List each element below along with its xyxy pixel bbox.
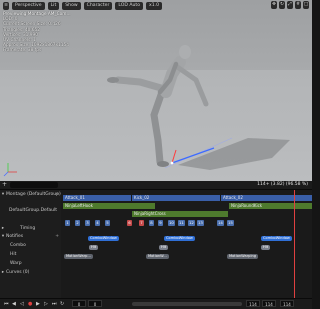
- section-bar[interactable]: Kick_02: [132, 195, 220, 201]
- track-curves[interactable]: ▸ Curves (0): [0, 270, 61, 275]
- track-label: Combo: [10, 243, 26, 248]
- timeline-grid[interactable]: Attack_01 Kick_02 Attack_02 NinjaLeftHoo…: [61, 190, 312, 298]
- track-label: Montage (DefaultGroup): [6, 192, 61, 197]
- notify-state[interactable]: MotionWarping: [227, 254, 259, 259]
- track-label: Notifies: [6, 234, 24, 239]
- timing-marker[interactable]: 15: [227, 220, 234, 226]
- add-icon[interactable]: +: [55, 192, 59, 197]
- section-bar[interactable]: Attack_02: [221, 195, 312, 201]
- skip-end-icon[interactable]: ⏭: [52, 300, 57, 308]
- timing-marker[interactable]: 9: [158, 220, 163, 226]
- start-frame-field[interactable]: 0: [72, 300, 86, 307]
- timing-marker[interactable]: 5: [105, 220, 110, 226]
- playhead[interactable]: [294, 190, 295, 298]
- notify-state[interactable]: ComboWindow: [88, 236, 119, 241]
- section-bar[interactable]: Attack_01: [63, 195, 131, 201]
- timing-marker[interactable]: 8: [149, 220, 154, 226]
- notify-state[interactable]: ComboWindow: [164, 236, 195, 241]
- montage-timeline: + 114+ (3.82) (96.58 %) ▾ Montage (Defaul…: [0, 181, 312, 309]
- current-frame-field[interactable]: 114: [280, 300, 294, 307]
- range-start-field[interactable]: 0: [88, 300, 102, 307]
- timing-marker[interactable]: 1: [65, 220, 70, 226]
- track-label: Timing: [20, 226, 36, 231]
- timing-marker[interactable]: 14: [217, 220, 224, 226]
- timeline-header: + 114+ (3.82) (96.58 %): [0, 181, 312, 190]
- timing-marker[interactable]: 10: [168, 220, 175, 226]
- anim-segment[interactable]: NinjaRoundKick: [229, 203, 312, 209]
- track-label: Hit: [10, 252, 17, 257]
- track-list: ▾ Montage (DefaultGroup) + DefaultGroup.De…: [0, 190, 61, 298]
- play-reverse-icon[interactable]: ◁: [20, 300, 24, 308]
- timing-marker[interactable]: 6: [127, 220, 132, 226]
- mannequin-figure: [3, 45, 290, 177]
- notify-state[interactable]: ComboWindow: [261, 236, 292, 241]
- timing-marker[interactable]: 3: [85, 220, 90, 226]
- range-end-field[interactable]: 114: [246, 300, 260, 307]
- track-label: DefaultGroup.Default: [9, 208, 58, 213]
- notify-event[interactable]: Hit: [89, 245, 99, 250]
- notify-event[interactable]: Hit: [261, 245, 271, 250]
- track-notifies[interactable]: ▾ Notifies +: [0, 234, 61, 239]
- frame-readout: 114+ (3.82) (96.58 %): [257, 182, 308, 187]
- timeline-scrollbar[interactable]: [132, 302, 242, 306]
- loop-icon[interactable]: ↻: [60, 300, 64, 308]
- viewport[interactable]: ≡ Perspective Lit Show Character LOD Aut…: [0, 0, 312, 181]
- add-icon[interactable]: +: [2, 181, 7, 189]
- notify-state[interactable]: MotionWarp...: [64, 254, 93, 259]
- notify-state[interactable]: MotionW...: [146, 254, 169, 259]
- add-icon[interactable]: +: [55, 234, 59, 239]
- track-label: Warp: [10, 261, 22, 266]
- anim-segment[interactable]: NinjaRightCross: [132, 211, 228, 217]
- timing-marker[interactable]: 13: [197, 220, 204, 226]
- record-icon[interactable]: ●: [28, 300, 32, 308]
- track-timing[interactable]: ▸ Timing: [0, 226, 61, 231]
- timing-marker[interactable]: 4: [95, 220, 100, 226]
- track-search-input[interactable]: [10, 182, 58, 188]
- end-frame-field[interactable]: 114: [262, 300, 276, 307]
- next-frame-icon[interactable]: ▷: [44, 300, 48, 308]
- timing-marker[interactable]: 2: [75, 220, 80, 226]
- track-label: Curves (0): [6, 270, 30, 275]
- play-icon[interactable]: ▶: [36, 300, 40, 308]
- transport-bar: ⏮ ◀ ◁ ● ▶ ▷ ⏭ ↻ 0 0 114 114 114: [0, 298, 312, 309]
- timing-marker[interactable]: 12: [188, 220, 195, 226]
- anim-segment[interactable]: NinjaLeftHook: [63, 203, 155, 209]
- notify-event[interactable]: Hit: [159, 245, 169, 250]
- track-montage[interactable]: ▾ Montage (DefaultGroup) +: [0, 192, 61, 197]
- skip-start-icon[interactable]: ⏮: [4, 300, 9, 308]
- timing-marker[interactable]: 11: [178, 220, 185, 226]
- prev-frame-icon[interactable]: ◀: [12, 300, 16, 308]
- timing-marker[interactable]: 7: [139, 220, 144, 226]
